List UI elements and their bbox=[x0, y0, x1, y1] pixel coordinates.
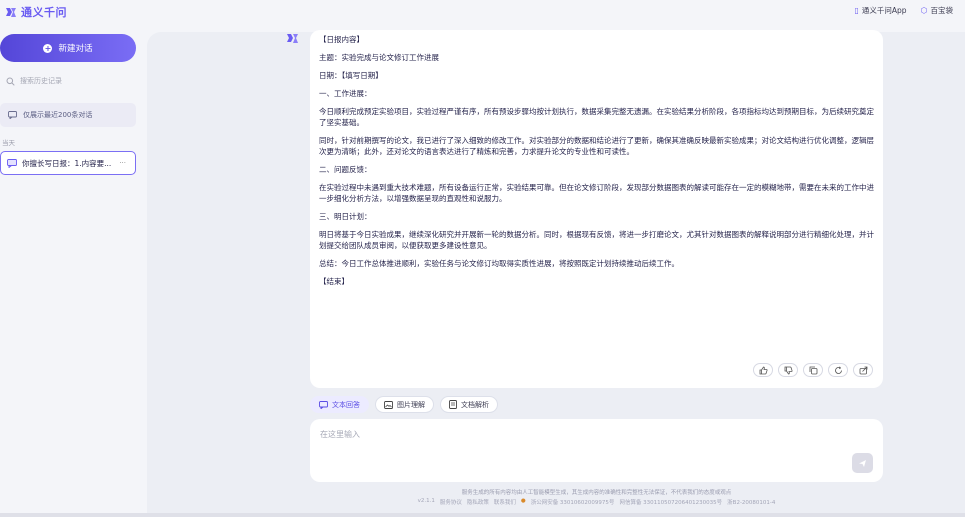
send-icon bbox=[859, 459, 866, 467]
thumbs-up-icon bbox=[759, 366, 768, 374]
contact-us-link[interactable]: 联系我们 bbox=[494, 498, 516, 506]
answer-paragraph: 总结：今日工作总体推进顺利，实验任务与论文修订均取得实质性进展，将按照既定计划持… bbox=[319, 259, 679, 268]
more-options-icon[interactable]: ··· bbox=[119, 159, 126, 167]
search-icon bbox=[6, 77, 15, 86]
new-chat-label: 新建对话 bbox=[58, 44, 93, 54]
app-logo[interactable]: 通义千问 bbox=[4, 4, 67, 20]
message-icon bbox=[8, 111, 17, 119]
refresh-icon bbox=[834, 366, 842, 374]
tab-document-parsing-label: 文档解析 bbox=[461, 400, 489, 409]
plus-icon: + bbox=[43, 43, 53, 53]
answer-paragraph: 【日报内容】 bbox=[319, 35, 364, 44]
chat-input-placeholder: 在这里输入 bbox=[320, 430, 360, 439]
answer-paragraph: 今日顺利完成预定实验项目，实验过程严谨有序，所有预设步骤均按计划执行，数据采集完… bbox=[319, 107, 874, 127]
privacy-policy-link[interactable]: 隐私政策 bbox=[467, 498, 489, 506]
answer-paragraph: 在实验过程中未遇到重大技术难题，所有设备运行正常，实验结果可靠。但在论文修订阶段… bbox=[319, 183, 874, 203]
app-download-label: 通义千问App bbox=[861, 6, 907, 15]
chat-icon bbox=[319, 400, 328, 409]
answer-paragraph: 日期：【填写日期】 bbox=[319, 71, 383, 80]
icp-record-3[interactable]: 浙B2-20080101-4 bbox=[727, 498, 775, 506]
tab-image-understanding-label: 图片理解 bbox=[397, 400, 425, 409]
regenerate-button[interactable] bbox=[828, 363, 848, 377]
site-footer: v2.1.1 服务协议 隐私政策 联系我们 ● 浙公网安备 3301060200… bbox=[310, 498, 883, 506]
share-icon bbox=[859, 366, 867, 374]
app-name: 通义千问 bbox=[21, 6, 67, 19]
document-icon bbox=[449, 400, 457, 409]
new-chat-button[interactable]: + 新建对话 bbox=[0, 34, 136, 62]
treasure-bag-label: 百宝袋 bbox=[930, 6, 954, 15]
day-group-label: 当天 bbox=[2, 139, 15, 147]
answer-paragraph: 同时，针对前期撰写的论文，我已进行了深入细致的修改工作。对实验部分的数据和结论进… bbox=[319, 136, 874, 156]
chat-input[interactable]: 在这里输入 bbox=[310, 419, 883, 482]
input-mode-tabs: 文本回答 图片理解 文档解析 bbox=[310, 396, 498, 413]
history-search-input[interactable]: 搜索历史记录 bbox=[0, 69, 136, 93]
like-button[interactable] bbox=[753, 363, 773, 377]
phone-icon: ▯ bbox=[854, 6, 859, 15]
bottom-scroll-strip bbox=[0, 513, 965, 517]
app-download-link[interactable]: ▯ 通义千问App bbox=[854, 5, 906, 16]
icp-record-2[interactable]: 网信算备 330110507206401230035号 bbox=[619, 498, 722, 506]
image-icon bbox=[384, 400, 393, 409]
tab-document-parsing[interactable]: 文档解析 bbox=[440, 396, 498, 413]
tab-text-answer[interactable]: 文本回答 bbox=[310, 396, 369, 413]
message-actions bbox=[753, 363, 873, 377]
ai-disclaimer: 服务生成的所有内容均由人工智能模型生成，其生成内容的准确性和完整性无法保证，不代… bbox=[461, 490, 732, 496]
send-button[interactable] bbox=[852, 453, 873, 473]
service-agreement-link[interactable]: 服务协议 bbox=[440, 498, 462, 506]
dislike-button[interactable] bbox=[778, 363, 798, 377]
assistant-message: 【日报内容】 主题：实验完成与论文修订工作进展 日期：【填写日期】 一、工作进展… bbox=[310, 30, 883, 388]
assistant-avatar-icon bbox=[287, 34, 298, 43]
recent-label: 仅展示最近200条对话 bbox=[23, 111, 93, 119]
sidebar: + 新建对话 搜索历史记录 仅展示最近200条对话 当天 你擅长写日报：1.内容… bbox=[0, 20, 143, 517]
conversation-item[interactable]: 你擅长写日报：1.内容要... ··· bbox=[0, 151, 136, 175]
answer-paragraph: 【结束】 bbox=[319, 277, 349, 286]
share-button[interactable] bbox=[853, 363, 873, 377]
answer-paragraph: 主题：实验完成与论文修订工作进展 bbox=[319, 53, 439, 62]
box-icon: ⬡ bbox=[920, 6, 928, 15]
top-bar: 通义千问 ▯ 通义千问App ⬡ 百宝袋 bbox=[0, 0, 965, 20]
icp-record-1[interactable]: 浙公网安备 33010602009975号 bbox=[531, 498, 615, 506]
thumbs-down-icon bbox=[784, 366, 793, 374]
answer-paragraph: 一、工作进展： bbox=[319, 89, 372, 98]
tab-text-answer-label: 文本回答 bbox=[332, 400, 360, 409]
qwen-logo-icon bbox=[6, 7, 16, 17]
search-placeholder: 搜索历史记录 bbox=[20, 77, 62, 85]
copy-button[interactable] bbox=[803, 363, 823, 377]
conversation-icon bbox=[7, 158, 17, 168]
version-label: v2.1.1 bbox=[417, 498, 435, 504]
answer-paragraph: 明日将基于今日实验成果，继续深化研究并开展新一轮的数据分析。同时，根据现有反馈，… bbox=[319, 230, 874, 250]
treasure-bag-link[interactable]: ⬡ 百宝袋 bbox=[921, 5, 953, 16]
copy-icon bbox=[809, 366, 817, 374]
conversation-title: 你擅长写日报：1.内容要... bbox=[22, 158, 112, 168]
tab-image-understanding[interactable]: 图片理解 bbox=[375, 396, 434, 413]
answer-paragraph: 三、明日计划： bbox=[319, 212, 372, 221]
police-badge-icon: ● bbox=[520, 498, 526, 504]
answer-paragraph: 二、问题反馈： bbox=[319, 165, 372, 174]
recent-200-notice[interactable]: 仅展示最近200条对话 bbox=[0, 103, 136, 127]
